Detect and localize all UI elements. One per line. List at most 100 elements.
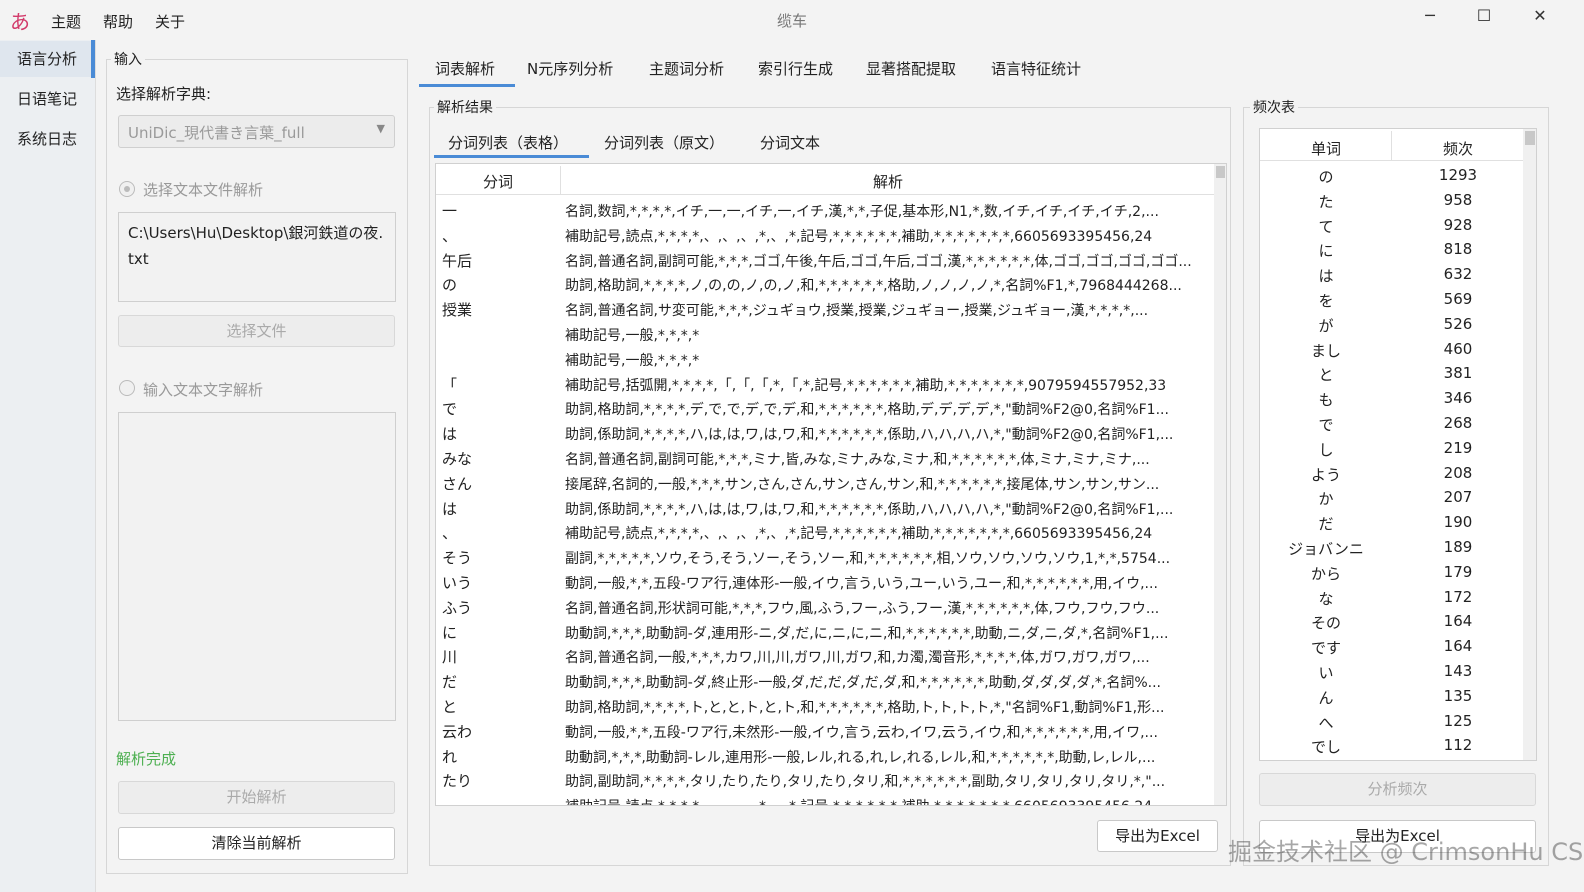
frequency-row[interactable]: へ 125	[1260, 710, 1524, 735]
column-header-count[interactable]: 频次	[1392, 138, 1524, 159]
word-cell: まし	[1310, 341, 1341, 360]
table-row[interactable]: 云わ 動詞,一般,*,*,五段-ワア行,未然形-一般,イウ,言う,云わ,イワ,云う…	[436, 719, 1214, 744]
close-icon[interactable]: ✕	[1518, 6, 1562, 34]
file-path-field[interactable]: C:\Users\Hu\Desktop\銀河鉄道の夜.txt	[118, 212, 396, 302]
table-row[interactable]: の 助詞,格助詞,*,*,*,*,ノ,の,の,ノ,の,ノ,和,*,*,*,*,*,…	[436, 272, 1214, 297]
frequency-row[interactable]: が 526	[1260, 313, 1524, 338]
table-row[interactable]: は 助詞,係助詞,*,*,*,*,ハ,は,は,ワ,は,ワ,和,*,*,*,*,*,…	[436, 496, 1214, 521]
table-row[interactable]: 補助記号,読点,*,*,*,*,、,、,、,*,、,*,記号,*,*,*,*,*…	[436, 793, 1214, 805]
subtab-table[interactable]: 分词列表（表格）	[448, 132, 568, 153]
results-scrollbar[interactable]	[1214, 164, 1226, 805]
frequency-scrollbar[interactable]	[1523, 129, 1536, 760]
radio-file-label: 选择文本文件解析	[143, 181, 264, 199]
frequency-row[interactable]: て 928	[1260, 214, 1524, 239]
tab-keyword[interactable]: 主题词分析	[649, 58, 724, 79]
token-cell: は	[442, 499, 458, 518]
tab-ngram[interactable]: N元序列分析	[527, 58, 613, 79]
frequency-row[interactable]: ん 135	[1260, 685, 1524, 710]
dict-select[interactable]: UniDic_現代書き言葉_full ▼	[118, 115, 395, 148]
table-row[interactable]: 補助記号,一般,*,*,*,*	[436, 347, 1214, 372]
frequency-row[interactable]: と 381	[1260, 362, 1524, 387]
export-results-button[interactable]: 导出为Excel	[1097, 820, 1218, 852]
count-cell: 928	[1443, 215, 1473, 234]
frequency-row[interactable]: も 346	[1260, 387, 1524, 412]
analysis-cell: 補助記号,読点,*,*,*,*,、,、,、,*,、,*,記号,*,*,*,*,*…	[565, 526, 1153, 543]
radio-file[interactable]	[119, 181, 135, 197]
frequency-row[interactable]: です 164	[1260, 635, 1524, 660]
frequency-row[interactable]: から 179	[1260, 561, 1524, 586]
analyze-frequency-button[interactable]: 分析频次	[1259, 773, 1536, 806]
frequency-row[interactable]: その 164	[1260, 610, 1524, 635]
token-cell: たり	[442, 772, 473, 791]
count-cell: 207	[1443, 488, 1473, 507]
count-cell: 172	[1443, 587, 1473, 606]
tab-vocab-parse[interactable]: 词表解析	[435, 58, 495, 79]
frequency-row[interactable]: は 632	[1260, 263, 1524, 288]
table-row[interactable]: 補助記号,一般,*,*,*,*	[436, 322, 1214, 347]
subtab-text[interactable]: 分词文本	[760, 132, 820, 153]
frequency-row[interactable]: か 207	[1260, 486, 1524, 511]
table-row[interactable]: 午后 名詞,普通名詞,副詞可能,*,*,*,ゴゴ,午後,午后,ゴゴ,午后,ゴゴ,漢…	[436, 248, 1214, 273]
frequency-row[interactable]: た 958	[1260, 189, 1524, 214]
table-row[interactable]: 、 補助記号,読点,*,*,*,*,、,、,、,*,、,*,記号,*,*,*,*,…	[436, 223, 1214, 248]
word-cell: へ	[1318, 713, 1334, 732]
frequency-row[interactable]: ジョバンニ 189	[1260, 536, 1524, 561]
text-input-area[interactable]	[118, 412, 396, 721]
table-row[interactable]: と 助詞,格助詞,*,*,*,*,ト,と,と,ト,と,ト,和,*,*,*,*,*,…	[436, 694, 1214, 719]
token-table[interactable]: 分词 解析 一 名詞,数詞,*,*,*,*,イチ,一,一,イチ,一,イチ,漢,*,…	[435, 163, 1227, 806]
table-row[interactable]: 、 補助記号,読点,*,*,*,*,、,、,、,*,、,*,記号,*,*,*,*,…	[436, 520, 1214, 545]
table-row[interactable]: 「 補助記号,括弧開,*,*,*,*,「,「,「,*,「,*,記号,*,*,*,*…	[436, 372, 1214, 397]
frequency-row[interactable]: い 143	[1260, 660, 1524, 685]
radio-text[interactable]	[119, 380, 135, 396]
table-row[interactable]: たり 助詞,副助詞,*,*,*,*,タリ,たり,たり,タリ,たり,タリ,和,*,*…	[436, 768, 1214, 793]
frequency-row[interactable]: まし 460	[1260, 338, 1524, 363]
frequency-row[interactable]: な 172	[1260, 586, 1524, 611]
tab-concordance[interactable]: 索引行生成	[758, 58, 833, 79]
table-row[interactable]: 川 名詞,普通名詞,一般,*,*,*,カワ,川,川,ガワ,川,ガワ,和,カ濁,濁音…	[436, 644, 1214, 669]
table-row[interactable]: みな 名詞,普通名詞,副詞可能,*,*,*,ミナ,皆,みな,ミナ,みな,ミナ,和,…	[436, 446, 1214, 471]
column-header-word[interactable]: 单词	[1260, 138, 1392, 159]
word-cell: です	[1310, 639, 1341, 658]
frequency-row[interactable]: だ 190	[1260, 511, 1524, 536]
token-cell: 午后	[442, 251, 473, 270]
table-row[interactable]: で 助詞,格助詞,*,*,*,*,デ,で,で,デ,で,デ,和,*,*,*,*,*,…	[436, 396, 1214, 421]
nav-item-language-analysis[interactable]: 语言分析	[0, 41, 94, 77]
choose-file-button[interactable]: 选择文件	[118, 315, 395, 347]
start-parse-button[interactable]: 开始解析	[118, 781, 395, 814]
clear-parse-button[interactable]: 清除当前解析	[118, 827, 395, 860]
frequency-row[interactable]: に 818	[1260, 238, 1524, 263]
tab-features[interactable]: 语言特征统计	[991, 58, 1081, 79]
tab-collocation[interactable]: 显著搭配提取	[866, 58, 956, 79]
column-header-token[interactable]: 分词	[436, 171, 560, 192]
word-cell: な	[1318, 589, 1334, 608]
nav-item-japanese-notes[interactable]: 日语笔记	[0, 81, 94, 117]
frequency-scrollbar-thumb[interactable]	[1525, 131, 1535, 145]
nav-item-system-log[interactable]: 系统日志	[0, 121, 94, 157]
minimize-icon[interactable]: ─	[1408, 6, 1452, 34]
table-row[interactable]: いう 動詞,一般,*,*,五段-ワア行,連体形-一般,イウ,言う,いう,ユー,いう…	[436, 570, 1214, 595]
table-row[interactable]: 一 名詞,数詞,*,*,*,*,イチ,一,一,イチ,一,イチ,漢,*,*,子促,基…	[436, 198, 1214, 223]
table-row[interactable]: は 助詞,係助詞,*,*,*,*,ハ,は,は,ワ,は,ワ,和,*,*,*,*,*,…	[436, 421, 1214, 446]
maximize-icon[interactable]: ☐	[1462, 6, 1506, 34]
input-group-title: 输入	[111, 49, 145, 69]
subtab-original[interactable]: 分词列表（原文）	[604, 132, 724, 153]
table-row[interactable]: ふう 名詞,普通名詞,形状詞可能,*,*,*,フウ,風,ふう,フー,ふう,フー,漢…	[436, 595, 1214, 620]
table-row[interactable]: に 助動詞,*,*,*,助動詞-ダ,連用形-ニ,ダ,だ,に,ニ,に,ニ,和,*,*…	[436, 620, 1214, 645]
table-row[interactable]: そう 副詞,*,*,*,*,*,ソウ,そう,そう,ソー,そう,ソー,和,*,*,*…	[436, 545, 1214, 570]
column-header-analysis[interactable]: 解析	[561, 171, 1215, 192]
table-row[interactable]: さん 接尾辞,名詞的,一般,*,*,*,サン,さん,さん,サン,さん,サン,和,*…	[436, 471, 1214, 496]
count-cell: 1293	[1438, 166, 1478, 184]
results-scrollbar-thumb[interactable]	[1216, 166, 1225, 178]
frequency-row[interactable]: よう 208	[1260, 462, 1524, 487]
table-row[interactable]: 授業 名詞,普通名詞,サ変可能,*,*,*,ジュギョウ,授業,授業,ジュギョー,授…	[436, 297, 1214, 322]
frequency-table[interactable]: 单词 频次 の 1293 た 958 て 928 に 818 は 632 を 569 が 526 まし 460…	[1259, 128, 1537, 761]
frequency-row[interactable]: で 268	[1260, 412, 1524, 437]
count-cell: 268	[1443, 414, 1473, 432]
frequency-row[interactable]: の 1293	[1260, 164, 1524, 189]
token-cell: みな	[442, 450, 473, 468]
frequency-row[interactable]: でし 112	[1260, 734, 1524, 759]
frequency-row[interactable]: し 219	[1260, 437, 1524, 462]
table-row[interactable]: れ 助動詞,*,*,*,助動詞-レル,連用形-一般,レル,れる,れ,レ,れる,レル…	[436, 744, 1214, 769]
table-row[interactable]: だ 助動詞,*,*,*,助動詞-ダ,終止形-一般,ダ,だ,だ,ダ,だ,ダ,和,*,…	[436, 669, 1214, 694]
frequency-row[interactable]: を 569	[1260, 288, 1524, 313]
